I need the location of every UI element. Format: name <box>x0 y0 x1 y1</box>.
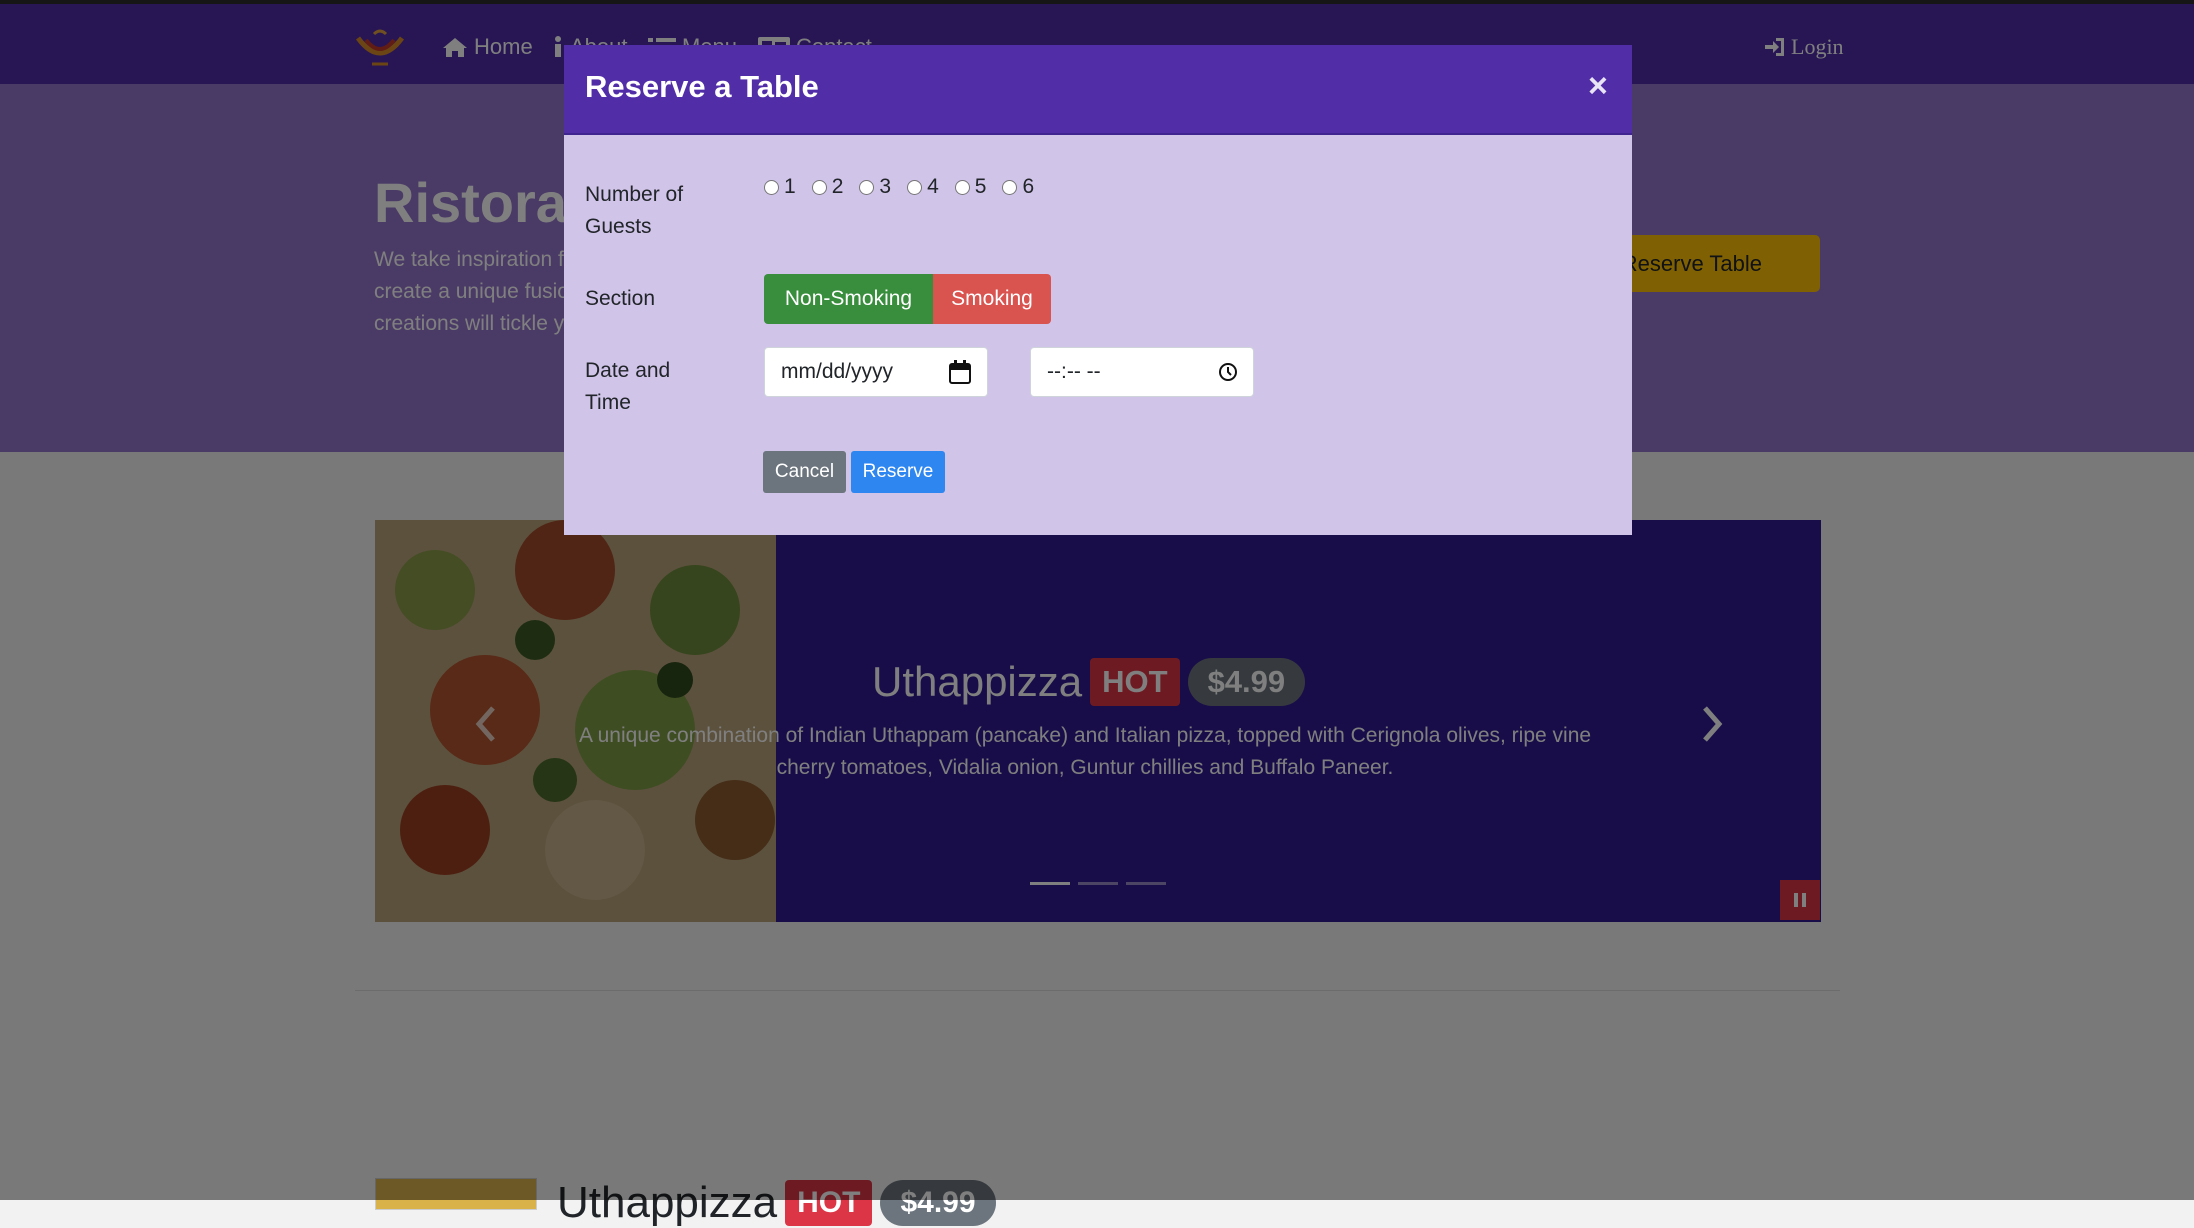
modal-header: Reserve a Table × <box>564 45 1632 135</box>
section-toggle-group: Non-Smoking Smoking <box>764 274 1051 324</box>
modal-close-button[interactable]: × <box>1588 69 1608 103</box>
guest-option-label: 4 <box>927 175 939 198</box>
cancel-button[interactable]: Cancel <box>763 451 846 493</box>
guest-radio-1[interactable] <box>764 179 779 195</box>
guest-radio-3[interactable] <box>859 179 875 195</box>
guests-label: Number of Guests <box>585 183 684 238</box>
section-label: Section <box>585 287 656 310</box>
non-smoking-button[interactable]: Non-Smoking <box>764 274 933 324</box>
guests-radio-group: 1 2 3 4 5 6 <box>764 175 1050 199</box>
guest-option-6[interactable]: 6 <box>1002 175 1034 199</box>
guest-option-4[interactable]: 4 <box>907 175 939 199</box>
datetime-label: Date and Time <box>585 359 671 414</box>
calendar-icon[interactable] <box>949 360 971 384</box>
guest-option-1[interactable]: 1 <box>764 175 796 199</box>
guest-option-5[interactable]: 5 <box>954 175 987 199</box>
reserve-table-modal: Reserve a Table × Number of Guests 1 2 3… <box>564 45 1632 535</box>
modal-title: Reserve a Table <box>585 69 819 104</box>
smoking-button[interactable]: Smoking <box>933 274 1051 324</box>
guest-option-label: 1 <box>784 175 796 198</box>
guest-option-label: 3 <box>879 175 892 198</box>
guest-option-label: 2 <box>831 175 844 198</box>
time-placeholder: --:-- -- <box>1047 360 1101 383</box>
time-input[interactable]: --:-- -- <box>1030 347 1254 397</box>
guest-option-label: 5 <box>974 175 987 198</box>
date-placeholder: mm/dd/yyyy <box>781 360 894 383</box>
guest-radio-2[interactable] <box>811 179 827 195</box>
date-input[interactable]: mm/dd/yyyy <box>764 347 988 397</box>
reserve-button[interactable]: Reserve <box>851 451 945 493</box>
clock-icon[interactable] <box>1219 363 1237 381</box>
guest-option-label: 6 <box>1022 175 1035 198</box>
guest-radio-4[interactable] <box>907 179 923 195</box>
guest-radio-6[interactable] <box>1002 179 1018 195</box>
guest-option-2[interactable]: 2 <box>811 175 844 199</box>
guest-option-3[interactable]: 3 <box>859 175 891 199</box>
guest-radio-5[interactable] <box>954 179 970 195</box>
